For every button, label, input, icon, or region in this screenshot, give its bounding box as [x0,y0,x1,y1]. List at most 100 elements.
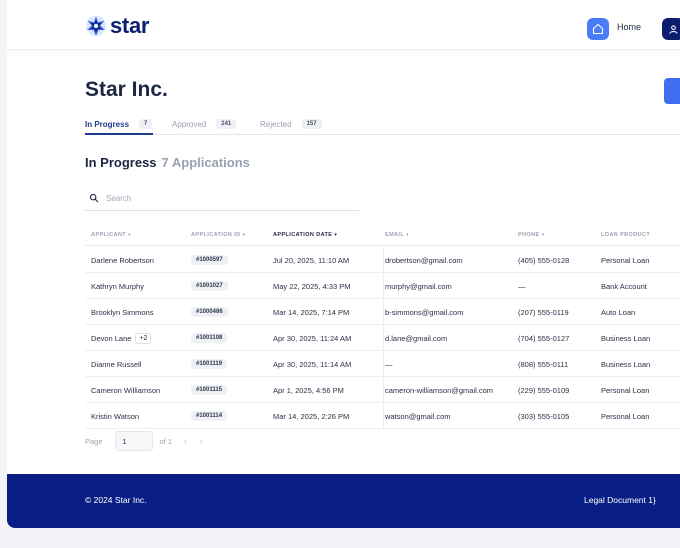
column-divider [383,248,384,428]
search-bar [85,186,359,211]
applicant-cell: Cameron Williamson [91,377,160,403]
column-label: APPLICANT [91,232,127,238]
sort-arrow-icon: ▾ [334,232,338,238]
page-label: Page [85,436,103,446]
applicant-cell: Kristin Watson [91,403,139,429]
user-icon [668,24,678,34]
column-label: APPLICATION DATE [273,232,333,238]
tab-count-badge: 157 [301,119,322,129]
page-total-label: of 1 [159,436,173,446]
legal-document-link[interactable]: Legal Document 1} [584,495,656,505]
application-id-cell: #1000486 [191,299,228,325]
search-icon [89,193,99,203]
column-label: EMAIL [385,232,405,238]
column-header-phone[interactable]: PHONE ▾ [518,232,544,238]
section-heading: In Progress 7 Applications [85,155,250,170]
tab-in-progress[interactable]: In Progress 7 [85,117,153,131]
column-label: PHONE [518,232,540,238]
applicant-cell: Devon Lane +2 [91,325,152,351]
sort-arrow-icon: ▾ [128,232,131,238]
chevron-right-icon[interactable]: › [199,436,202,447]
email-cell: cameron-williamson@gmail.com [385,385,494,395]
status-tabs: In Progress 7 Approved 241 Rejected 157 [85,116,680,135]
phone-cell: (704) 555-0127 [518,333,570,343]
loan-product-cell: Personal Loan [601,255,650,265]
applicant-name: Devon Lane [91,333,132,343]
phone-cell: (229) 555-0109 [518,385,570,395]
footer: © 2024 Star Inc. Legal Document 1} [7,474,680,528]
application-id-chip: #1001027 [191,281,228,291]
column-header-email[interactable]: EMAIL ▾ [385,232,409,238]
sort-arrow-icon: ▾ [541,232,545,238]
application-date-cell: Jul 20, 2025, 11:10 AM [273,255,350,265]
column-header-application-id[interactable]: APPLICATION ID ▾ [191,232,245,238]
email-cell: watson@gmail.com [385,411,451,421]
application-date-cell: May 22, 2025, 4:33 PM [273,281,351,291]
column-header-application-date[interactable]: APPLICATION DATE ▾ [273,232,337,238]
applicant-cell: Brooklyn Simmons [91,299,154,325]
application-id-chip: #1001114 [191,411,228,421]
home-link-label[interactable]: Home [617,22,641,32]
applicant-name: Dianne Russell [91,359,142,369]
column-label: LOAN PRODUCT [601,232,651,238]
sort-arrow-icon: ▾ [242,232,246,238]
section-title: In Progress [85,155,157,170]
application-id-chip: #1001115 [191,385,228,395]
phone-cell: (207) 555-0119 [518,307,569,317]
column-header-applicant[interactable]: APPLICANT ▾ [91,232,131,238]
chevron-left-icon[interactable]: ‹ [184,436,187,447]
active-tab-indicator [85,133,153,135]
applicant-name: Kristin Watson [91,411,140,421]
loan-product-cell: Bank Account [601,281,647,291]
loan-product-cell: Personal Loan [601,385,650,395]
tab-label: Rejected [260,119,292,129]
column-label: APPLICATION ID [191,232,241,238]
loan-product-cell: Auto Loan [601,307,636,317]
applicant-name: Darlene Robertson [91,255,154,265]
brand-logo[interactable]: star [85,15,149,37]
sort-arrow-icon: ▾ [406,232,410,238]
applicant-name: Kathryn Murphy [91,281,144,291]
primary-action-button[interactable] [664,78,680,104]
application-date-cell: Apr 30, 2025, 11:24 AM [273,333,352,343]
tab-approved[interactable]: Approved 241 [172,117,237,131]
application-id-chip: #1001119 [191,359,228,369]
phone-cell: — [518,281,526,291]
application-id-cell: #1000597 [191,247,228,273]
application-id-cell: #1001108 [191,325,228,351]
tab-label: Approved [172,119,207,129]
star-logo-icon [85,15,107,37]
page-title: Star Inc. [85,78,168,101]
top-navbar: star Home [7,0,680,50]
co-applicant-count-badge[interactable]: +2 [135,332,152,344]
search-input[interactable] [106,193,336,203]
application-count: 7 Applications [161,155,250,170]
applicant-cell: Kathryn Murphy [91,273,144,299]
copyright-text: © 2024 Star Inc. [85,495,147,505]
phone-cell: (405) 555-0128 [518,255,570,265]
application-id-cell: #1001119 [191,351,228,377]
application-id-chip: #1000486 [191,307,228,317]
application-date-cell: Apr 30, 2025, 11:14 AM [273,359,352,369]
application-id-cell: #1001114 [191,403,228,429]
user-menu-button[interactable] [662,18,680,40]
home-button[interactable] [587,18,609,40]
pagination: Page of 1 ‹ › [85,430,203,452]
applicant-name: Brooklyn Simmons [91,307,154,317]
applicant-cell: Dianne Russell [91,351,141,377]
page-number-input[interactable] [114,431,153,451]
application-id-cell: #1001115 [191,377,228,403]
application-id-chip: #1001108 [191,333,228,343]
loan-product-cell: Business Loan [601,359,651,369]
applicant-name: Cameron Williamson [91,385,161,395]
application-date-cell: Apr 1, 2025, 4:56 PM [273,385,344,395]
column-header-loan-product[interactable]: LOAN PRODUCT [601,232,650,238]
application-id-cell: #1001027 [191,273,228,299]
email-cell: drobertson@gmail.com [385,255,463,265]
email-cell: — [385,359,393,369]
brand-name: star [110,13,150,38]
loan-product-cell: Personal Loan [601,411,650,421]
loan-product-cell: Business Loan [601,333,651,343]
tab-rejected[interactable]: Rejected 157 [260,117,322,131]
home-icon [592,23,604,35]
